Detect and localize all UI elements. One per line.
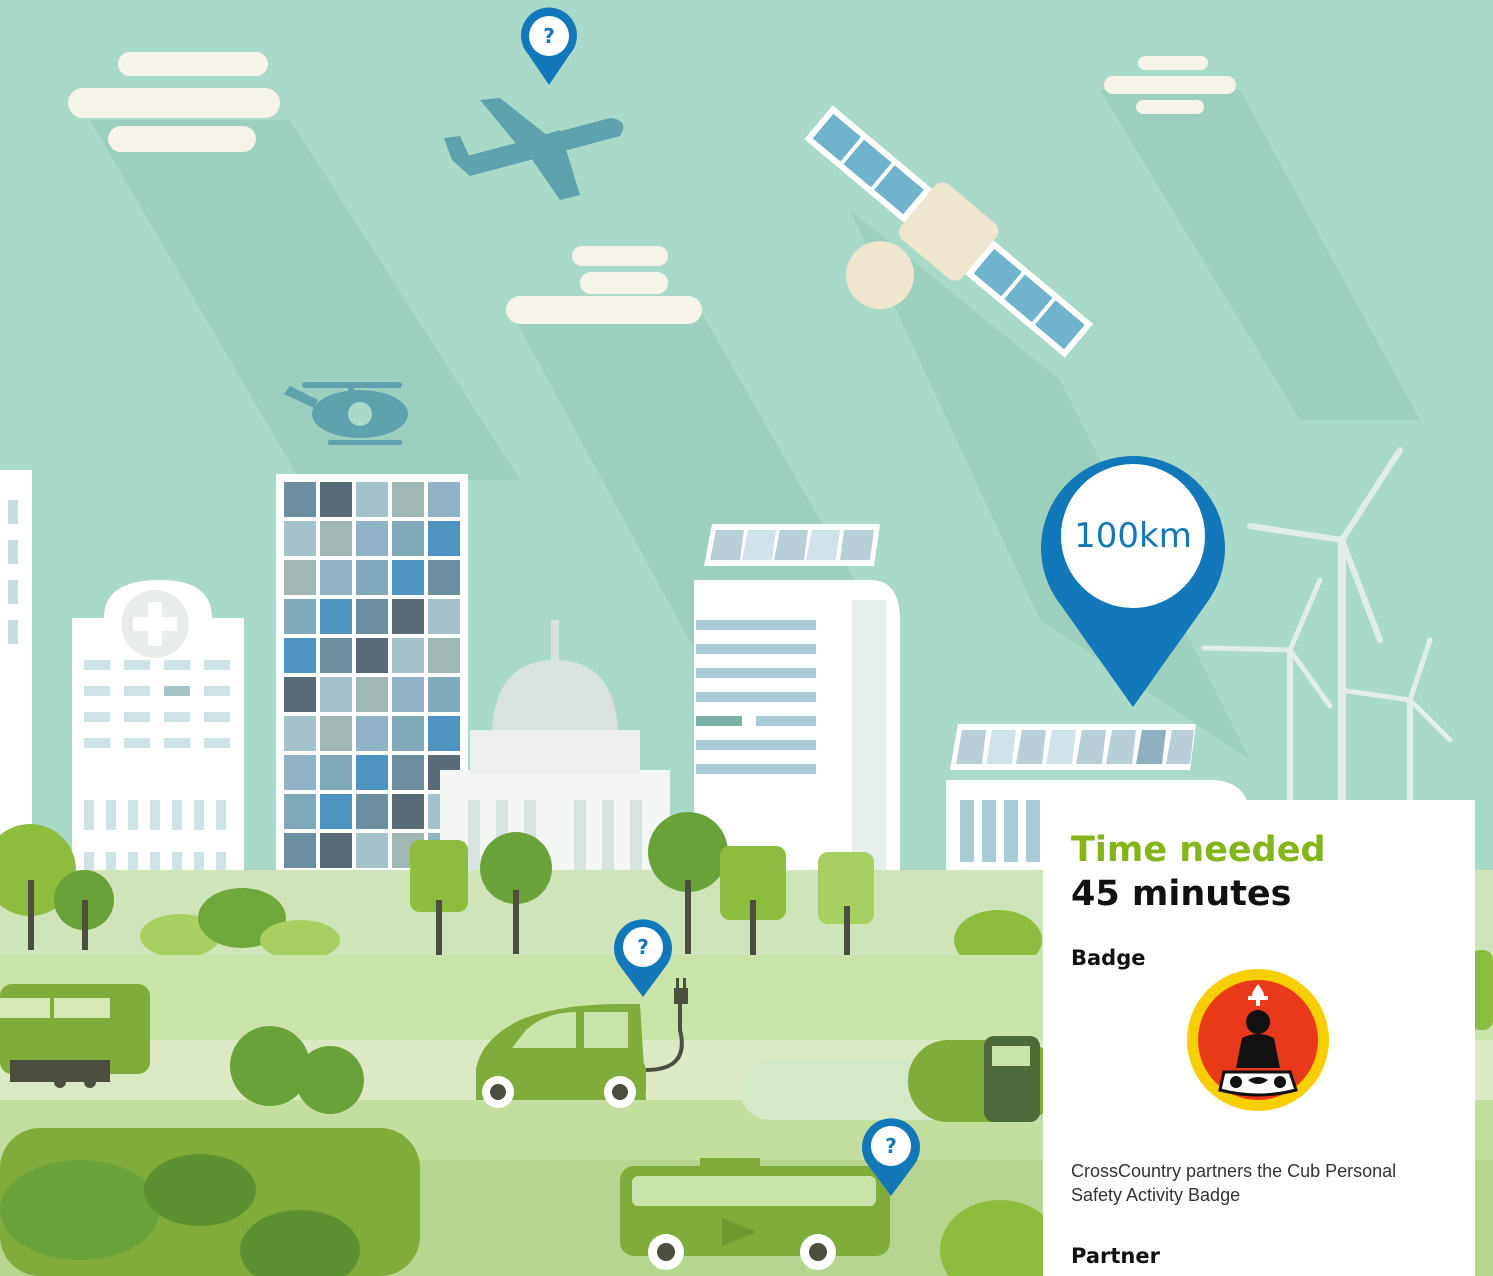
tower-window [320,521,352,556]
tower-window [392,521,424,556]
tower-window [320,794,352,829]
tower-window [392,716,424,751]
tower-window [392,755,424,790]
plane-pin-label: ? [543,24,555,48]
tower-window [284,599,316,634]
car-pin-label: ? [637,935,649,959]
tower-window [392,560,424,595]
tower-window [320,755,352,790]
tower-window [428,482,460,517]
tower-window [356,755,388,790]
tower-window [284,560,316,595]
tower-window [392,599,424,634]
tower-window [392,482,424,517]
tower-window [320,599,352,634]
tower-window [428,599,460,634]
tower-window [356,794,388,829]
distance-pin-label: 100km [1074,516,1192,556]
tower-window [356,833,388,868]
tower-window [356,521,388,556]
tower-window [320,716,352,751]
tower-window [284,482,316,517]
tower-window [356,677,388,712]
bus-pin-label: ? [885,1134,897,1158]
tower-window [320,482,352,517]
tower-window [320,560,352,595]
tower-window [392,794,424,829]
tower-window [428,638,460,673]
partner-heading: Partner [1071,1244,1160,1268]
tower-window [284,833,316,868]
badge-description: CrossCountry partners the Cub Personal S… [1071,1161,1397,1205]
tower-window [284,716,316,751]
tower-window [428,560,460,595]
tower-window [284,755,316,790]
tower-window [356,599,388,634]
tower-window [284,794,316,829]
tower-window [356,638,388,673]
tanker-truck [908,1036,1058,1122]
bus [620,1158,890,1270]
tower-window [320,677,352,712]
info-card: Time needed 45 minutes Badge CrossCountr… [1043,800,1475,1276]
time-needed-heading: Time needed [1071,830,1326,870]
tower-window [284,677,316,712]
time-needed-value: 45 minutes [1071,874,1292,914]
tower-window [320,833,352,868]
tower-window [428,716,460,751]
tower-window [428,521,460,556]
tower-window [284,521,316,556]
tower-window [356,716,388,751]
train [0,984,150,1088]
personal-safety-badge-icon [1187,969,1329,1111]
tower-window [284,638,316,673]
badge-heading: Badge [1071,946,1146,970]
tower-window [428,677,460,712]
tower-window [392,638,424,673]
tower-window [392,677,424,712]
tower-window [320,638,352,673]
tower-window [356,482,388,517]
tower-window [356,560,388,595]
